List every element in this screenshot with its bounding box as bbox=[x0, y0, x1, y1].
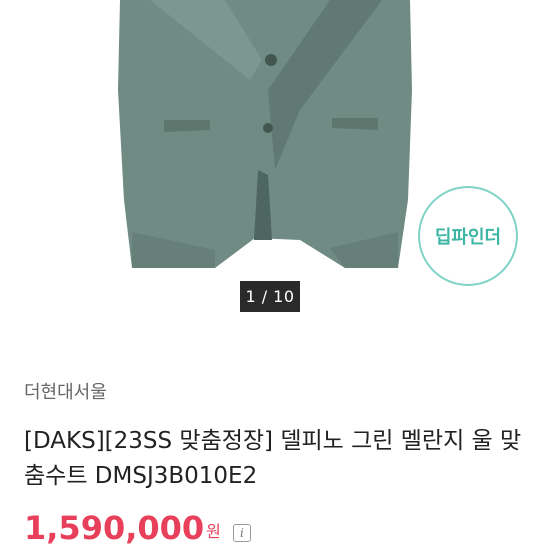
price-value: 1,590,000 bbox=[24, 509, 205, 547]
product-image-gallery[interactable]: 딥파인더 1 / 10 bbox=[0, 0, 540, 330]
info-icon[interactable]: i bbox=[232, 524, 251, 542]
price-unit: 원 bbox=[206, 522, 221, 541]
deep-finder-badge[interactable]: 딥파인더 bbox=[418, 186, 518, 286]
product-title: [DAKS][23SS 맞춤정장] 델피노 그린 멜란지 울 맞춤수트 DMSJ… bbox=[24, 428, 522, 489]
image-pager: 1 / 10 bbox=[240, 281, 300, 312]
store-name[interactable]: 더현대서울 bbox=[24, 378, 107, 404]
price-row: 1,590,000 원 i bbox=[24, 508, 251, 548]
